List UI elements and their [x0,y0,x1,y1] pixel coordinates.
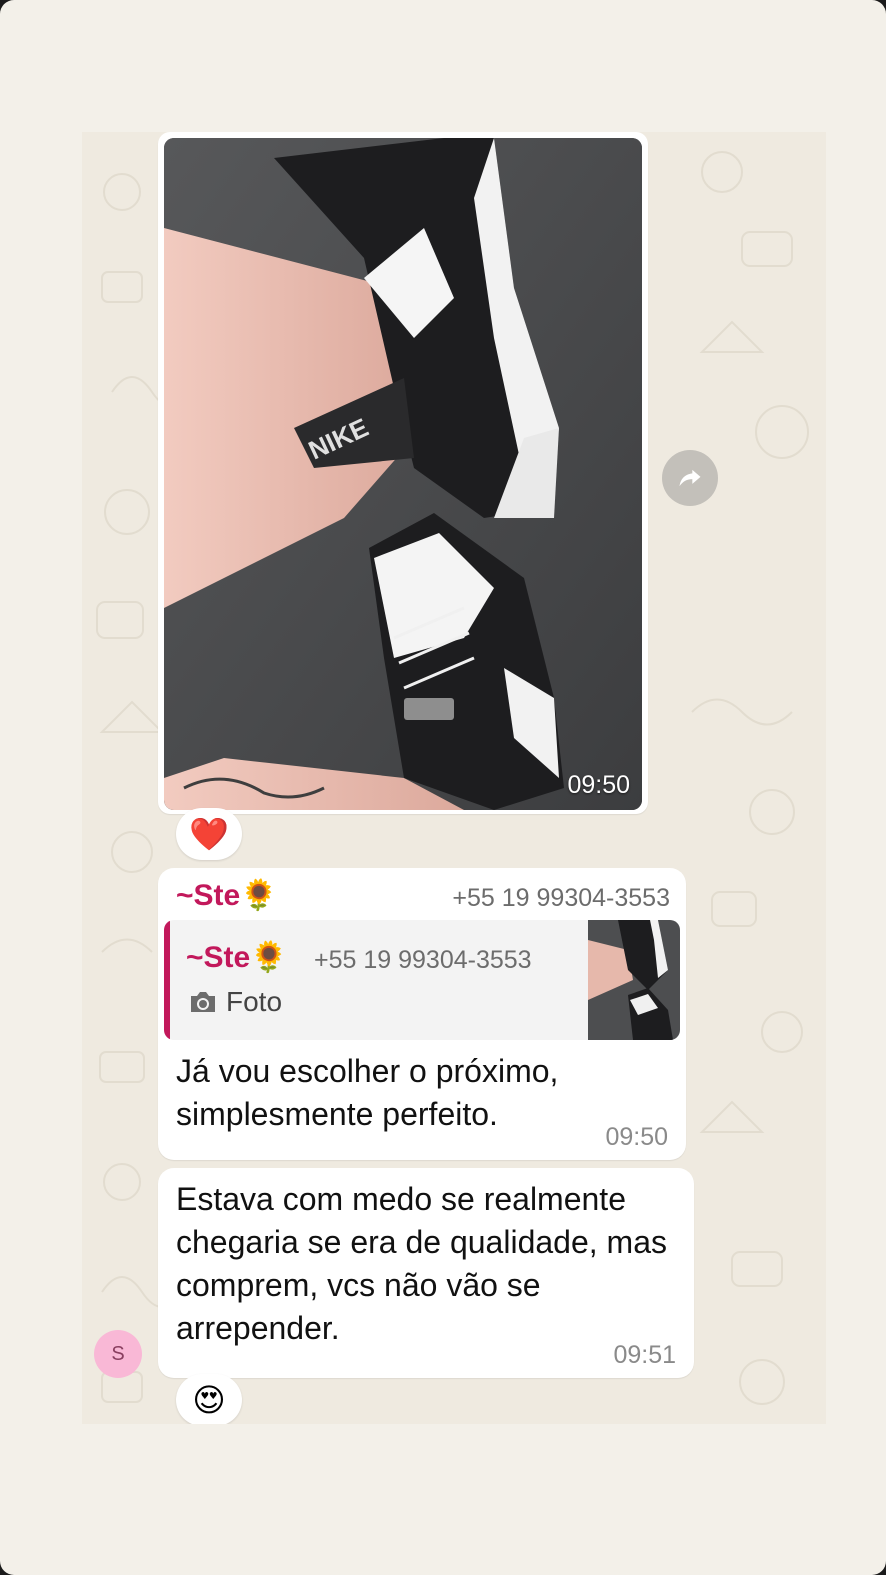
sender-phone: +55 19 99304-3553 [452,884,670,912]
message-time: 09:51 [613,1341,676,1369]
message-time: 09:50 [605,1123,668,1151]
quoted-sender-phone: +55 19 99304-3553 [314,946,532,974]
reply-message-bubble[interactable]: ~Ste🌻 +55 19 99304-3553 ~Ste🌻 +55 19 993… [158,868,686,1160]
quoted-kind-label: Foto [226,986,283,1017]
camera-icon [191,992,215,1012]
quoted-kind-row: Foto [188,986,282,1018]
avatar-initial: S [111,1342,125,1365]
quoted-message[interactable]: ~Ste🌻 +55 19 99304-3553 Foto [164,920,680,1040]
screenshot-frame: NIKE 09:50 ❤️ ~Ste🌻 +55 19 99304-3553 ~S… [0,0,886,1575]
sender-name[interactable]: ~Ste🌻 [176,878,278,913]
quoted-sender-name: ~Ste🌻 [186,941,288,974]
reaction-heart-eyes[interactable]: 😍 [176,1374,242,1424]
quoted-photo-thumbnail [588,920,680,1040]
message-photo[interactable]: NIKE 09:50 [164,138,642,810]
message-text: Estava com medo se realmente chegaria se… [176,1181,667,1346]
sender-avatar[interactable]: S [94,1330,142,1378]
quote-bar [164,920,170,1040]
text-message-bubble[interactable]: Estava com medo se realmente chegaria se… [158,1168,694,1378]
message-time: 09:50 [567,771,630,799]
image-message-bubble[interactable]: NIKE 09:50 [158,132,648,814]
reaction-heart[interactable]: ❤️ [176,808,242,860]
chat-area[interactable]: NIKE 09:50 ❤️ ~Ste🌻 +55 19 99304-3553 ~S… [82,132,826,1424]
sneakers-photo-illustration: NIKE [164,138,642,810]
message-text: Já vou escolher o próximo, simplesmente … [176,1053,559,1132]
forward-button[interactable] [662,450,718,506]
forward-icon [679,469,701,487]
